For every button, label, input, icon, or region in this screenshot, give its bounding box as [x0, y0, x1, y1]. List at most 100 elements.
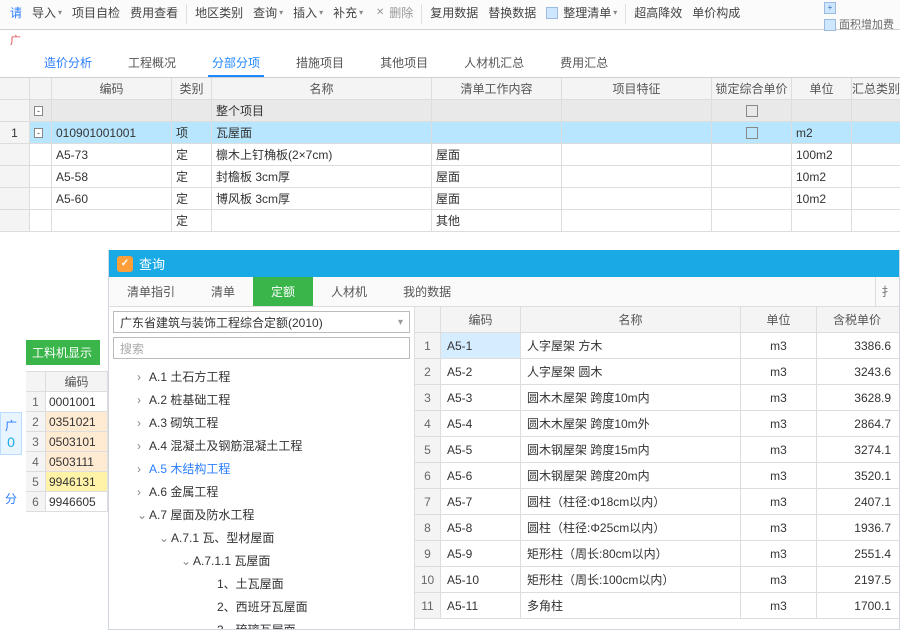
- list-item[interactable]: 69946605: [26, 492, 108, 512]
- side-badge[interactable]: 广0: [0, 412, 22, 455]
- query-panel: ✓ 查询 清单指引 清单 定额 人材机 我的数据 扌 广东省建筑与装饰工程综合定…: [108, 250, 900, 630]
- qtab-list[interactable]: 清单: [193, 277, 253, 306]
- ribbon-feeview[interactable]: 费用查看: [126, 2, 182, 23]
- ribbon-organize[interactable]: 整理清单▾: [542, 2, 621, 23]
- table-row[interactable]: A5-60定博风板 3cm厚屋面10m2: [0, 188, 900, 210]
- tree-caret-icon: ›: [137, 439, 147, 453]
- table-row[interactable]: 6A5-6圆木钢屋架 跨度20m内m33520.1: [415, 463, 899, 489]
- tree-item[interactable]: 1、土瓦屋面: [113, 572, 410, 595]
- bl-h-code[interactable]: 编码: [46, 372, 108, 391]
- tree-caret-icon: ›: [137, 416, 147, 430]
- qtab-quota[interactable]: 定额: [253, 277, 313, 306]
- ribbon-region[interactable]: 地区类别: [191, 2, 247, 23]
- data-table-header: 编码 名称 单位 含税单价: [415, 307, 899, 333]
- table-row[interactable]: 2A5-2人字屋架 圆木m33243.6: [415, 359, 899, 385]
- qtab-listguide[interactable]: 清单指引: [109, 277, 193, 306]
- ribbon-extra-1[interactable]: +: [824, 2, 894, 14]
- dt-h-code[interactable]: 编码: [441, 307, 521, 332]
- tree-item[interactable]: ›A.2 桩基础工程: [113, 388, 410, 411]
- ribbon-superhigh[interactable]: 超高降效: [630, 2, 686, 23]
- tree-item[interactable]: ›A.6 金属工程: [113, 480, 410, 503]
- tree-caret-icon: ›: [137, 393, 147, 407]
- table-row[interactable]: 7A5-7圆柱（柱径:Φ18cm以内）m32407.1: [415, 489, 899, 515]
- tree-item[interactable]: 3、琉璃瓦屋面: [113, 618, 410, 629]
- lock-checkbox[interactable]: [746, 105, 758, 117]
- tree-item[interactable]: ›A.5 木结构工程: [113, 457, 410, 480]
- tab-other[interactable]: 其他项目: [376, 54, 432, 77]
- list-item[interactable]: 20351021: [26, 412, 108, 432]
- tree-item[interactable]: ›A.4 混凝土及钢筋混凝土工程: [113, 434, 410, 457]
- qtab-mydata[interactable]: 我的数据: [385, 277, 469, 306]
- tree-item[interactable]: ⌄A.7.1.1 瓦屋面: [113, 549, 410, 572]
- tree-item[interactable]: ⌄A.7.1 瓦、型材屋面: [113, 526, 410, 549]
- ribbon-insert[interactable]: 插入▾: [289, 2, 327, 23]
- side-badge-2[interactable]: 分: [0, 486, 22, 511]
- list-item[interactable]: 40503111: [26, 452, 108, 472]
- tab-project-overview[interactable]: 工程概况: [124, 54, 180, 77]
- query-insert-button[interactable]: 扌: [875, 277, 899, 306]
- ribbon-query[interactable]: 查询▾: [249, 2, 287, 23]
- dt-h-price[interactable]: 含税单价: [817, 307, 897, 332]
- table-row[interactable]: 9A5-9矩形柱（周长:80cm以内）m32551.4: [415, 541, 899, 567]
- ribbon-right-extras: + 面积增加费: [824, 2, 894, 32]
- tree-item[interactable]: ›A.1 土石方工程: [113, 365, 410, 388]
- list-icon: [546, 7, 558, 19]
- tab-fee-summary[interactable]: 费用汇总: [556, 54, 612, 77]
- table-row[interactable]: 5A5-5圆木钢屋架 跨度15m内m33274.1: [415, 437, 899, 463]
- table-row[interactable]: A5-58定封檐板 3cm厚屋面10m2: [0, 166, 900, 188]
- tab-measures[interactable]: 措施项目: [292, 54, 348, 77]
- table-row[interactable]: 定其他: [0, 210, 900, 232]
- ug-h-sum[interactable]: 汇总类别: [852, 78, 900, 99]
- ribbon-unitprice[interactable]: 单价构成: [688, 2, 744, 23]
- tree-item[interactable]: 2、西班牙瓦屋面: [113, 595, 410, 618]
- area-icon: [824, 19, 836, 31]
- tree-toggle-icon[interactable]: -: [34, 128, 43, 138]
- ug-h-code[interactable]: 编码: [52, 78, 172, 99]
- query-tabs: 清单指引 清单 定额 人材机 我的数据 扌: [109, 277, 899, 307]
- query-titlebar[interactable]: ✓ 查询: [109, 250, 899, 277]
- ug-h-feat[interactable]: 项目特征: [562, 78, 712, 99]
- ribbon-extra-2[interactable]: 面积增加费: [824, 16, 894, 32]
- list-item[interactable]: 30503101: [26, 432, 108, 452]
- ug-h-unit[interactable]: 单位: [792, 78, 852, 99]
- table-row[interactable]: 1-010901001001项瓦屋面m2: [0, 122, 900, 144]
- tab-rcj[interactable]: 人材机汇总: [460, 54, 528, 77]
- qtab-rcj[interactable]: 人材机: [313, 277, 385, 306]
- table-row[interactable]: A5-73定檩木上钉桷板(2×7cm)屋面100m2: [0, 144, 900, 166]
- delete-icon: ✕: [373, 6, 387, 20]
- tree-caret-icon: ›: [137, 485, 147, 499]
- dt-h-name[interactable]: 名称: [521, 307, 741, 332]
- list-item[interactable]: 59946131: [26, 472, 108, 492]
- quota-search-input[interactable]: 搜索: [113, 337, 410, 359]
- query-left-pane: 广东省建筑与装饰工程综合定额(2010) ▾ 搜索 ›A.1 土石方工程›A.2…: [109, 307, 415, 629]
- tree-item[interactable]: ⌄A.7 屋面及防水工程: [113, 503, 410, 526]
- list-item[interactable]: 10001001: [26, 392, 108, 412]
- tree-item[interactable]: ›A.3 砌筑工程: [113, 411, 410, 434]
- ug-h-lock[interactable]: 锁定综合单价: [712, 78, 792, 99]
- bottom-left-tab[interactable]: 工料机显示: [26, 340, 100, 365]
- table-row[interactable]: 10A5-10矩形柱（周长:100cm以内）m32197.5: [415, 567, 899, 593]
- tab-subitems[interactable]: 分部分项: [208, 54, 264, 77]
- tree-toggle-icon[interactable]: -: [34, 106, 43, 116]
- ug-h-work[interactable]: 清单工作内容: [432, 78, 562, 99]
- tab-cost-analysis[interactable]: 造价分析: [40, 54, 96, 77]
- ribbon-selfcheck[interactable]: 项目自检: [68, 2, 124, 23]
- ug-h-cls[interactable]: 类别: [172, 78, 212, 99]
- quota-select[interactable]: 广东省建筑与装饰工程综合定额(2010) ▾: [113, 311, 410, 333]
- table-row[interactable]: 4A5-4圆木木屋架 跨度10m外m32864.7: [415, 411, 899, 437]
- ribbon-replace[interactable]: 替换数据: [484, 2, 540, 23]
- table-row[interactable]: -整个项目: [0, 100, 900, 122]
- lock-checkbox[interactable]: [746, 127, 758, 139]
- ug-h-blank1: [0, 78, 30, 99]
- ribbon-supplement[interactable]: 补充▾: [329, 2, 367, 23]
- table-row[interactable]: 3A5-3圆木木屋架 跨度10m内m33628.9: [415, 385, 899, 411]
- table-row[interactable]: 11A5-11多角柱m31700.1: [415, 593, 899, 619]
- ribbon-import[interactable]: 导入▾: [28, 2, 66, 23]
- ribbon-delete[interactable]: ✕ 删除: [369, 2, 417, 23]
- ribbon-reuse[interactable]: 复用数据: [426, 2, 482, 23]
- table-row[interactable]: 1A5-1人字屋架 方木m33386.6: [415, 333, 899, 359]
- ug-h-name[interactable]: 名称: [212, 78, 432, 99]
- table-row[interactable]: 8A5-8圆柱（柱径:Φ25cm以内）m31936.7: [415, 515, 899, 541]
- ribbon-req[interactable]: 请: [6, 2, 26, 23]
- dt-h-unit[interactable]: 单位: [741, 307, 817, 332]
